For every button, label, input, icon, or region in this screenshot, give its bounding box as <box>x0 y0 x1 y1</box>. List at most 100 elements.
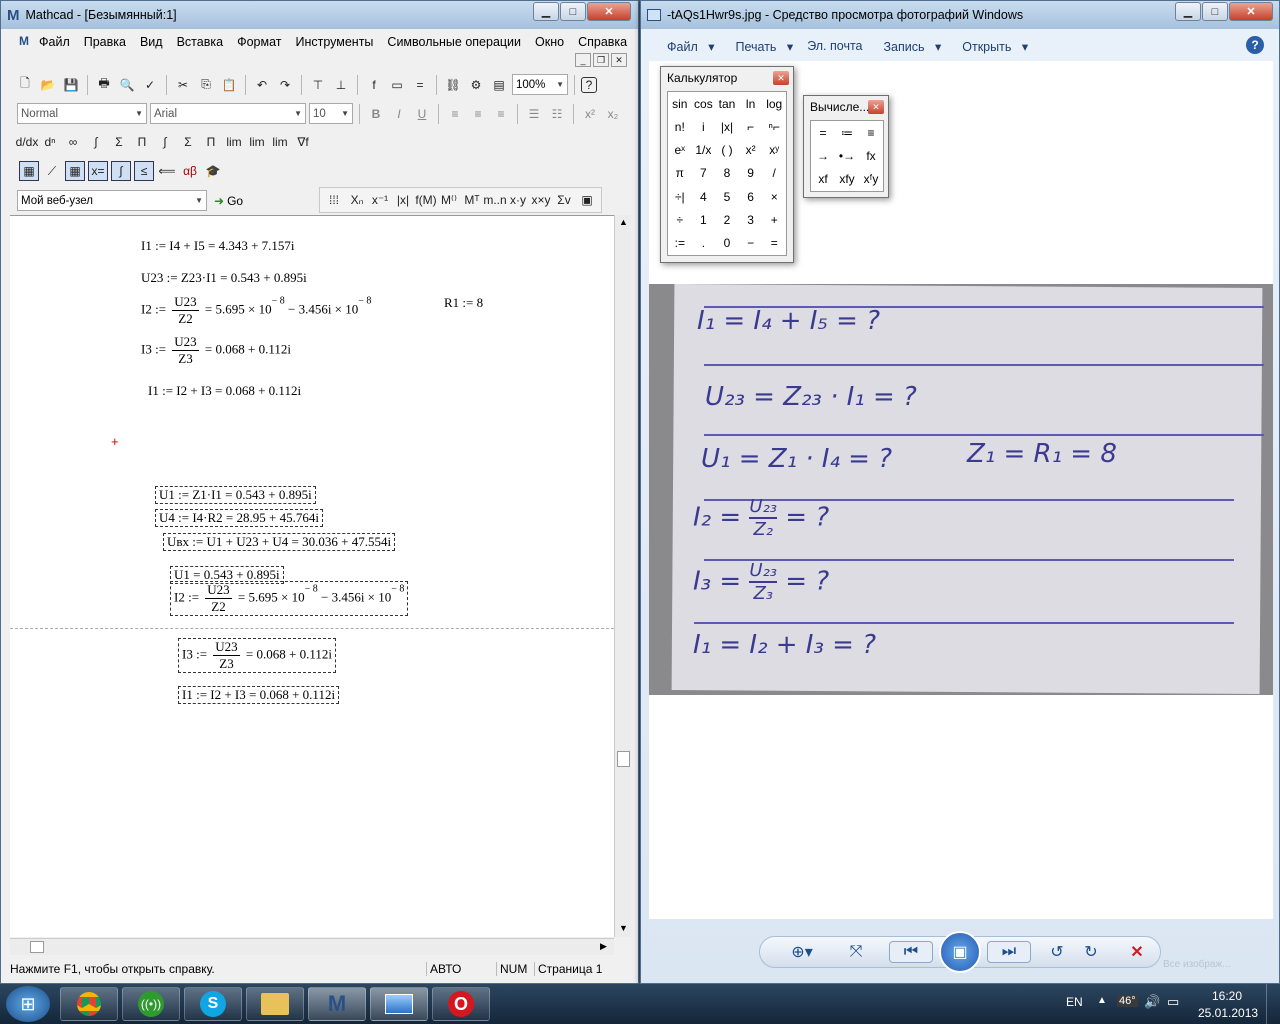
calc-key[interactable]: 5 <box>715 185 739 208</box>
align-down-icon[interactable]: ⊥ <box>331 75 351 95</box>
calc-key[interactable]: 2 <box>715 208 739 231</box>
calculus-toolbar-icon[interactable]: ∫ <box>111 161 131 181</box>
menu-tools[interactable]: Инструменты <box>288 35 380 49</box>
volume-icon[interactable]: 🔊 <box>1144 994 1160 1010</box>
calc-key[interactable]: cos <box>692 92 716 115</box>
spellcheck-icon[interactable]: ✓ <box>140 75 160 95</box>
vector-field-icon[interactable]: ∇f <box>293 132 313 152</box>
vertical-scrollbar[interactable]: ▲ ▼ <box>614 215 631 937</box>
math-region-u23[interactable]: U23 := Z23·I1 = 0.543 + 0.895i <box>141 270 307 286</box>
matrix-toolbar-icon[interactable]: ▦ <box>65 161 85 181</box>
open-icon[interactable]: 📂 <box>38 75 58 95</box>
vectorize-icon[interactable]: f(M) <box>415 190 436 210</box>
eval-key[interactable]: → <box>811 144 835 167</box>
menu-symbolics[interactable]: Символьные операции <box>380 35 528 49</box>
tray-lang[interactable]: EN <box>1066 995 1083 1009</box>
cut-icon[interactable]: ✂ <box>173 75 193 95</box>
numbering-icon[interactable]: ☷ <box>547 104 567 124</box>
column-icon[interactable]: M⁽⁾ <box>439 190 459 210</box>
redo-icon[interactable]: ↷ <box>275 75 295 95</box>
math-region-i2[interactable]: I2 := U23 Z2 = 5.695 × 10− 8 − 3.456i × 1… <box>141 294 371 327</box>
paste-icon[interactable]: 📋 <box>219 75 239 95</box>
graph-toolbar-icon[interactable]: ⟋ <box>42 161 62 181</box>
scroll-up-arrow[interactable]: ▲ <box>619 217 628 227</box>
delete-icon[interactable]: ✕ <box>1125 941 1149 963</box>
calculate-icon[interactable]: = <box>410 75 430 95</box>
math-region-i1[interactable]: I1 := I4 + I5 = 4.343 + 7.157i <box>141 238 295 254</box>
vertical-scroll-thumb[interactable] <box>617 751 630 767</box>
math-region-uvx[interactable]: Uвх := U1 + U23 + U4 = 30.036 + 47.554i <box>163 533 396 551</box>
bullets-icon[interactable]: ☰ <box>524 104 544 124</box>
calc-key[interactable]: ⁿ⌐ <box>762 115 786 138</box>
math-region-i3[interactable]: I3 := U23 Z3 = 0.068 + 0.112i <box>141 334 291 367</box>
tray-time[interactable]: 16:20 <box>1212 989 1242 1003</box>
menu-insert[interactable]: Вставка <box>170 35 230 49</box>
viewer-close-button[interactable]: ✕ <box>1229 2 1273 21</box>
taskbar-explorer[interactable] <box>246 987 304 1021</box>
align-top-icon[interactable]: ⊤ <box>308 75 328 95</box>
calc-key[interactable]: ln <box>739 92 763 115</box>
calc-key[interactable]: 7 <box>692 162 716 185</box>
greek-toolbar-icon[interactable]: αβ <box>180 161 200 181</box>
range-product-icon[interactable]: Π <box>201 132 221 152</box>
limit-icon[interactable]: lim <box>224 132 244 152</box>
eval-key[interactable]: ≔ <box>835 121 859 144</box>
network-tray-icon[interactable]: ▭ <box>1167 994 1179 1010</box>
calc-key[interactable]: ÷ <box>668 208 692 231</box>
undo-icon[interactable]: ↶ <box>252 75 272 95</box>
limit-plus-icon[interactable]: lim <box>247 132 267 152</box>
resources-icon[interactable]: ▤ <box>489 75 509 95</box>
calc-key[interactable]: sin <box>668 92 692 115</box>
calc-key[interactable]: ÷| <box>668 185 692 208</box>
calc-key[interactable]: × <box>762 185 786 208</box>
calc-key[interactable]: / <box>762 162 786 185</box>
print-preview-icon[interactable]: 🔍 <box>117 75 137 95</box>
taskbar-opera[interactable]: O <box>432 987 490 1021</box>
calculator-close-icon[interactable]: ✕ <box>773 71 789 85</box>
calc-key[interactable]: xʸ <box>762 139 786 162</box>
tray-expand-icon[interactable]: ▲ <box>1097 995 1107 1006</box>
italic-icon[interactable]: I <box>389 104 409 124</box>
superscript-icon[interactable]: x² <box>580 104 600 124</box>
horizontal-scrollbar[interactable]: ▶ <box>10 938 614 955</box>
calc-key[interactable]: . <box>692 232 716 255</box>
mdi-restore-icon[interactable]: ❐ <box>593 53 609 67</box>
calc-key[interactable]: = <box>762 232 786 255</box>
insert-unit-icon[interactable]: ▭ <box>387 75 407 95</box>
url-combo[interactable]: Мой веб-узел ▼ <box>17 190 207 211</box>
calc-key[interactable]: ⌐ <box>739 115 763 138</box>
viewer-menu-email[interactable]: Эл. почта <box>800 39 869 53</box>
viewer-menu-open[interactable]: Открыть ▾ <box>948 39 1035 54</box>
calc-key[interactable]: eˣ <box>668 139 692 162</box>
subscript-icon[interactable]: x₂ <box>603 104 623 124</box>
derivative-icon[interactable]: d/dx <box>16 132 39 152</box>
previous-icon[interactable]: ⏮ <box>889 941 933 963</box>
taskbar-chrome[interactable] <box>60 987 118 1021</box>
show-desktop-button[interactable] <box>1266 984 1280 1024</box>
align-left-icon[interactable]: ≡ <box>445 104 465 124</box>
style-combo[interactable]: Normal ▼ <box>17 103 147 124</box>
new-icon[interactable]: 🗋 <box>15 75 35 95</box>
eval-key[interactable]: xf <box>811 168 835 191</box>
taskbar-mathcad[interactable]: M <box>308 987 366 1021</box>
worksheet[interactable]: + I1 := I4 + I5 = 4.343 + 7.157i U23 := … <box>10 215 614 937</box>
dot-product-icon[interactable]: x·y <box>508 190 528 210</box>
size-combo[interactable]: 10 ▼ <box>309 103 353 124</box>
indefinite-integral-icon[interactable]: ∫ <box>155 132 175 152</box>
viewer-menu-print[interactable]: Печать ▾ <box>721 39 800 54</box>
taskbar-network[interactable]: ((•)) <box>122 987 180 1021</box>
next-icon[interactable]: ⏭ <box>987 941 1031 963</box>
product-icon[interactable]: Π <box>132 132 152 152</box>
limit-minus-icon[interactable]: lim <box>270 132 290 152</box>
calculator-toolbar-icon[interactable]: ▦ <box>19 161 39 181</box>
rotate-right-icon[interactable]: ↻ <box>1079 941 1103 963</box>
calc-key[interactable]: ( ) <box>715 139 739 162</box>
scroll-down-arrow[interactable]: ▼ <box>619 923 628 933</box>
tray-temp[interactable]: 46° <box>1117 995 1138 1007</box>
mdi-close-icon[interactable]: ✕ <box>611 53 627 67</box>
font-combo[interactable]: Arial ▼ <box>150 103 306 124</box>
zoom-combo[interactable]: 100% ▼ <box>512 74 568 95</box>
insert-hyperlink-icon[interactable]: ⛓ <box>443 75 463 95</box>
evaluation-toolbar-icon[interactable]: x= <box>88 161 108 181</box>
math-region-r1[interactable]: R1 := 8 <box>444 295 483 311</box>
